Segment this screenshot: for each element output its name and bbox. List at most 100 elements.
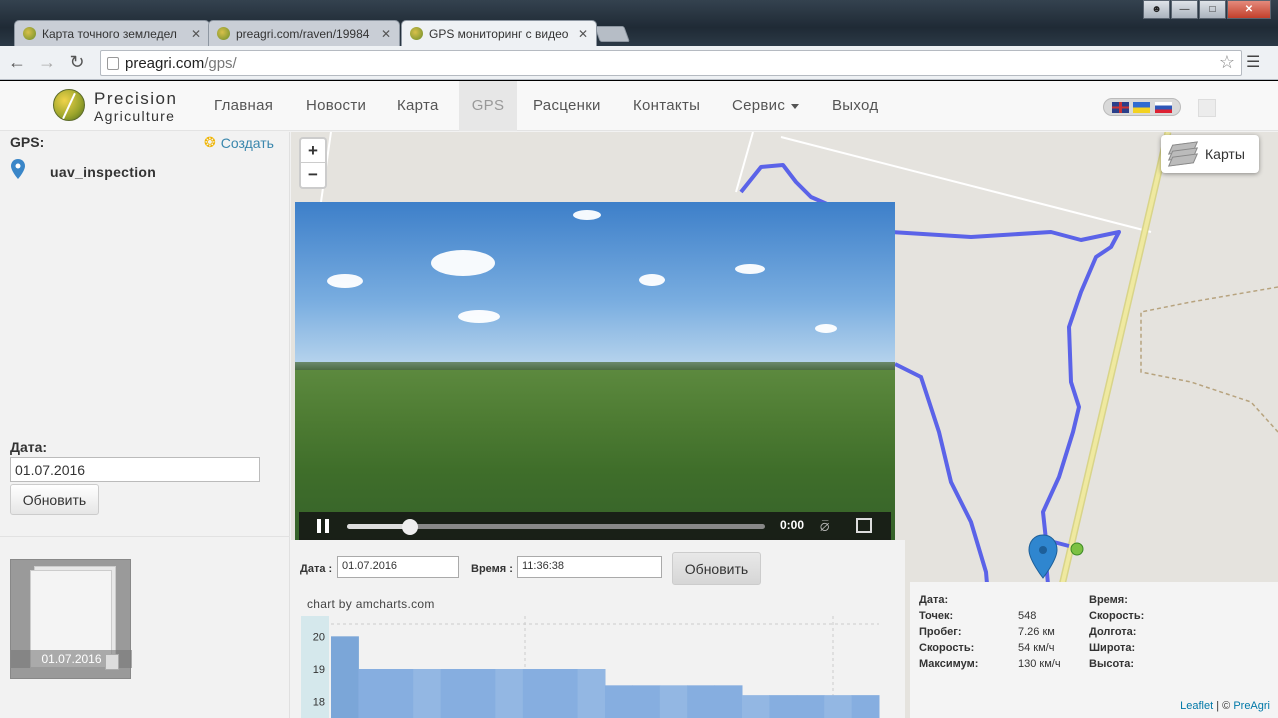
speed-chart[interactable]: 20 19 18 <box>301 616 891 718</box>
date-field[interactable] <box>10 457 260 482</box>
tab-title: GPS мониторинг с видео <box>429 26 569 41</box>
chart-bar[interactable] <box>687 685 716 718</box>
new-tab-button[interactable] <box>594 26 630 42</box>
browser-tab-2[interactable]: GPS мониторинг с видео ✕ <box>401 20 597 46</box>
language-switcher <box>1103 98 1181 116</box>
flag-ru-icon[interactable] <box>1154 101 1172 113</box>
info-points-label: Точек: <box>919 610 954 622</box>
info-alt-label: Высота: <box>1089 658 1135 670</box>
video-horizon <box>295 362 895 370</box>
chart-bar[interactable] <box>851 695 880 718</box>
mute-icon[interactable]: ⦱ <box>820 519 836 534</box>
forward-arrow-icon[interactable]: → <box>34 50 60 76</box>
nav-contacts[interactable]: Контакты <box>621 81 712 131</box>
nav-gps[interactable]: GPS <box>459 81 517 131</box>
chart-bar[interactable] <box>385 669 414 718</box>
chart-bar[interactable] <box>550 669 579 718</box>
chart-ytick-label: 19 <box>313 664 325 676</box>
chart-bar[interactable] <box>796 695 825 718</box>
chart-bar[interactable] <box>440 669 469 718</box>
nav-news[interactable]: Новости <box>294 81 378 131</box>
close-tab-icon[interactable]: ✕ <box>191 27 201 41</box>
nav-map[interactable]: Карта <box>385 81 451 131</box>
brand-line-1[interactable]: Precision <box>94 89 177 109</box>
chart-bar[interactable] <box>632 685 661 718</box>
logo-icon[interactable] <box>53 89 85 121</box>
nav-home[interactable]: Главная <box>202 81 285 131</box>
url-host: preagri.com <box>125 54 205 72</box>
current-position-dot <box>1070 542 1084 556</box>
map-pin-center <box>1039 546 1047 554</box>
info-max-value: 130 км/ч <box>1018 658 1061 670</box>
browser-tab-0[interactable]: Карта точного земледел ✕ <box>14 20 210 46</box>
cloud <box>573 210 601 220</box>
chart-date-label: Дата : <box>300 563 333 575</box>
browser-menu-icon[interactable]: ☰ <box>1246 52 1260 72</box>
chart-bar[interactable] <box>358 669 387 718</box>
chart-bar[interactable] <box>769 695 798 718</box>
flag-ua-icon[interactable] <box>1133 101 1151 113</box>
video-controls: 0:00 ⦱ <box>299 512 891 540</box>
maximize-icon[interactable]: □ <box>1199 0 1226 19</box>
zoom-in-button[interactable]: + <box>301 139 325 163</box>
refresh-button[interactable]: Обновить <box>10 484 99 515</box>
create-device-link[interactable]: ❂ Создать <box>204 134 274 151</box>
layers-icon <box>1167 141 1199 167</box>
info-distance-value: 7.26 км <box>1018 626 1055 638</box>
minimize-icon[interactable]: — <box>1171 0 1198 19</box>
preagri-link[interactable]: PreAgri <box>1233 700 1270 712</box>
browser-tab-1[interactable]: preagri.com/raven/19984 ✕ <box>208 20 400 46</box>
map-attribution: Leaflet | © PreAgri <box>1180 700 1270 712</box>
info-speed2-label: Скорость: <box>1089 610 1145 622</box>
chart-bar[interactable] <box>522 669 551 718</box>
cloud <box>431 250 495 276</box>
track-chart-panel: Дата : 01.07.2016 Время : 11:36:38 Обнов… <box>291 540 905 718</box>
chart-bar[interactable] <box>577 669 606 718</box>
nav-service-dropdown[interactable]: Сервис <box>720 81 811 131</box>
chart-date-field[interactable]: 01.07.2016 <box>337 556 459 578</box>
chart-bar[interactable] <box>331 636 359 718</box>
chart-ytick-label: 18 <box>313 697 325 709</box>
chart-time-label: Время : <box>471 563 513 575</box>
account-icon[interactable]: ☻ <box>1143 0 1170 19</box>
chart-bar[interactable] <box>468 669 496 718</box>
video-progress-bar[interactable] <box>347 519 765 535</box>
bookmark-star-icon[interactable]: ☆ <box>1219 52 1235 73</box>
fullscreen-icon[interactable] <box>856 518 872 533</box>
map-view[interactable]: + − Карты 0:00 ⦱ Дата: 01.07.2016 Время… <box>291 132 1278 718</box>
close-tab-icon[interactable]: ✕ <box>578 27 588 41</box>
layers-button[interactable]: Карты <box>1161 135 1259 173</box>
leaflet-link[interactable]: Leaflet <box>1180 700 1213 712</box>
video-progress-knob[interactable] <box>401 519 418 535</box>
url-path: /gps/ <box>204 54 237 72</box>
flag-en-icon[interactable] <box>1112 101 1130 113</box>
back-arrow-icon[interactable]: ← <box>4 50 30 76</box>
chart-bar[interactable] <box>495 669 524 718</box>
nav-pricing[interactable]: Расценки <box>521 81 613 131</box>
close-tab-icon[interactable]: ✕ <box>381 27 391 41</box>
chart-bar[interactable] <box>659 685 688 718</box>
zoom-out-button[interactable]: − <box>301 163 325 187</box>
video-player[interactable]: 0:00 ⦱ <box>295 202 895 540</box>
chart-bar[interactable] <box>742 695 770 718</box>
chart-bar[interactable] <box>605 685 633 718</box>
pause-icon[interactable] <box>317 519 329 533</box>
caret-down-icon <box>791 103 800 109</box>
cloud <box>815 324 837 333</box>
chart-bar[interactable] <box>824 695 853 718</box>
cloud <box>327 274 363 288</box>
chart-bar[interactable] <box>413 669 442 718</box>
report-thumbnail[interactable]: 01.07.2016 <box>10 559 132 679</box>
address-bar[interactable]: preagri.com/gps/ ☆ <box>100 50 1242 76</box>
amcharts-credit[interactable]: chart by amcharts.com <box>307 597 435 611</box>
chart-bar[interactable] <box>714 685 743 718</box>
reload-icon[interactable]: ↻ <box>64 50 90 76</box>
preagri-favicon-icon <box>410 27 423 40</box>
device-item-uav-inspection[interactable]: uav_inspection <box>50 164 156 180</box>
chart-time-field[interactable]: 11:36:38 <box>517 556 662 578</box>
chart-refresh-button[interactable]: Обновить <box>672 552 761 585</box>
close-window-icon[interactable]: ✕ <box>1227 0 1271 19</box>
brand-line-2[interactable]: Agriculture <box>94 108 175 124</box>
user-placeholder-icon[interactable] <box>1198 99 1216 117</box>
nav-logout[interactable]: Выход <box>820 81 890 131</box>
